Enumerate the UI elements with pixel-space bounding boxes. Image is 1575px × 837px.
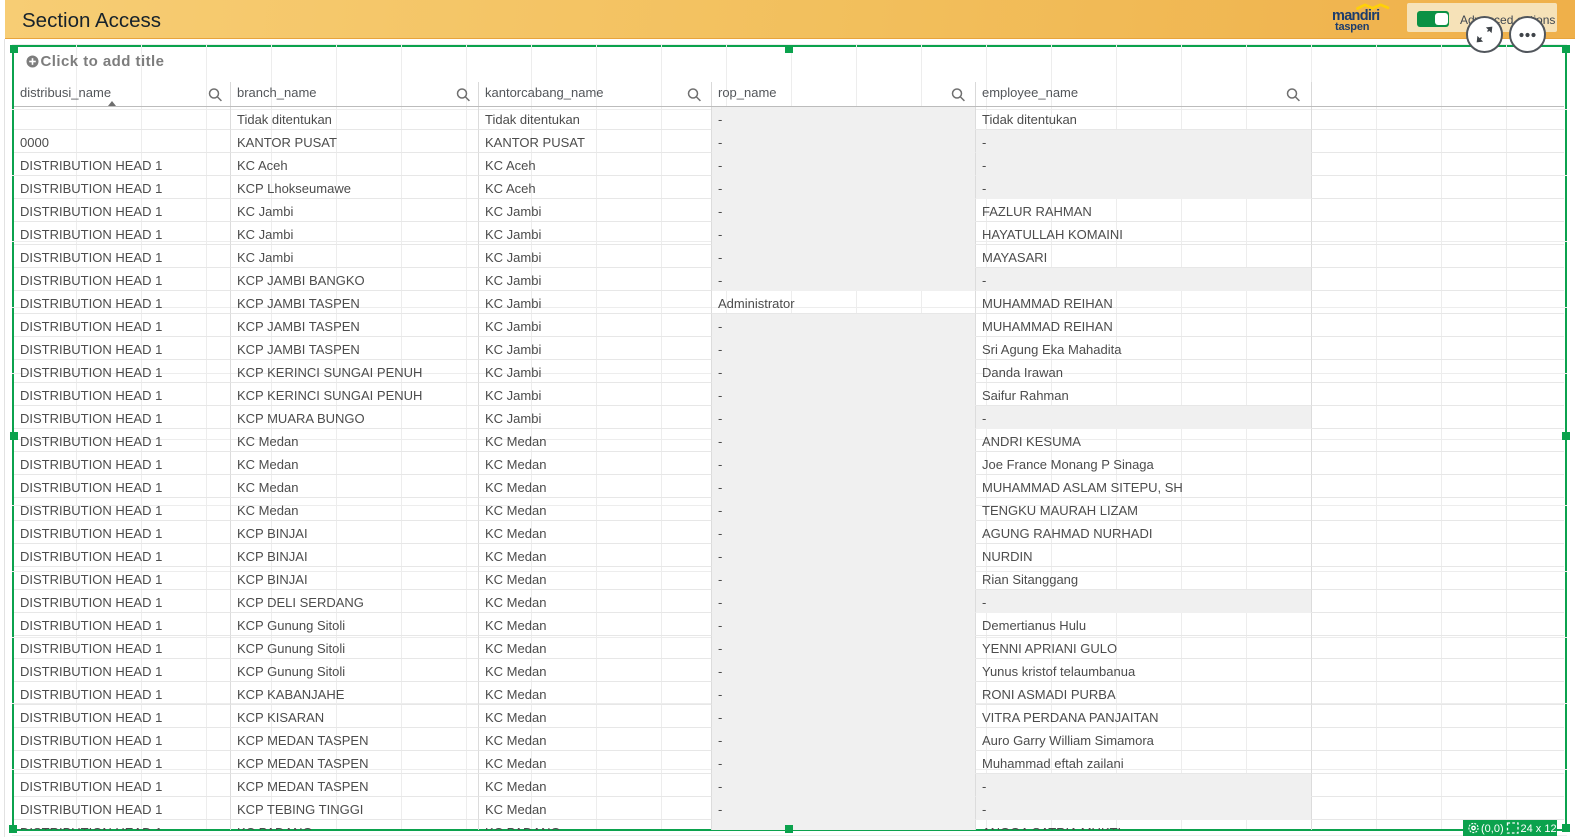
svg-text:(0,0): (0,0) [1481, 823, 1504, 835]
svg-text:24 x 12: 24 x 12 [1521, 823, 1557, 835]
